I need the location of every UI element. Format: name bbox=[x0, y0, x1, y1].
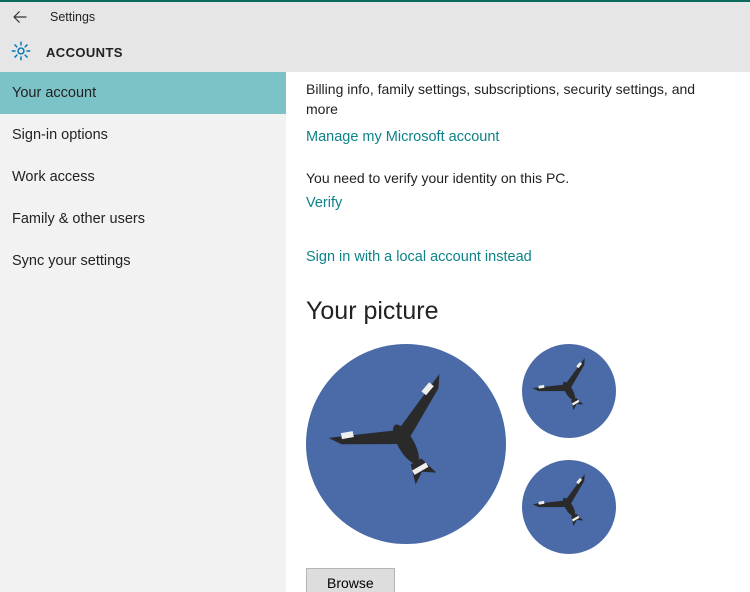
sidebar-item-family-other-users[interactable]: Family & other users bbox=[0, 198, 286, 240]
browse-button[interactable]: Browse bbox=[306, 568, 395, 592]
window-title: Settings bbox=[50, 10, 95, 24]
sidebar: Your account Sign-in options Work access… bbox=[0, 72, 286, 592]
bird-image-icon bbox=[522, 344, 616, 438]
section-name: ACCOUNTS bbox=[46, 45, 123, 60]
sidebar-item-label: Work access bbox=[12, 169, 95, 185]
page-header: ACCOUNTS bbox=[0, 32, 750, 72]
gear-icon bbox=[10, 40, 32, 65]
back-button[interactable] bbox=[0, 2, 40, 32]
sidebar-item-your-account[interactable]: Your account bbox=[0, 72, 286, 114]
back-arrow-icon bbox=[11, 8, 29, 26]
billing-info-text: Billing info, family settings, subscript… bbox=[306, 80, 730, 119]
content-pane: Billing info, family settings, subscript… bbox=[286, 72, 750, 592]
sidebar-item-label: Sync your settings bbox=[12, 253, 130, 269]
verify-prompt-text: You need to verify your identity on this… bbox=[306, 169, 730, 189]
sidebar-item-label: Sign-in options bbox=[12, 127, 108, 143]
titlebar: Settings bbox=[0, 2, 750, 32]
bird-image-icon bbox=[522, 460, 616, 554]
avatar-small-column bbox=[522, 344, 616, 554]
sidebar-item-sign-in-options[interactable]: Sign-in options bbox=[0, 114, 286, 156]
manage-microsoft-account-link[interactable]: Manage my Microsoft account bbox=[306, 129, 730, 145]
sidebar-item-work-access[interactable]: Work access bbox=[0, 156, 286, 198]
main-area: Your account Sign-in options Work access… bbox=[0, 72, 750, 592]
avatar-small-2[interactable] bbox=[522, 460, 616, 554]
avatar-large[interactable] bbox=[306, 344, 506, 544]
sidebar-item-sync-your-settings[interactable]: Sync your settings bbox=[0, 240, 286, 282]
avatar-small-1[interactable] bbox=[522, 344, 616, 438]
sidebar-item-label: Your account bbox=[12, 85, 96, 101]
sidebar-item-label: Family & other users bbox=[12, 211, 145, 227]
bird-image-icon bbox=[306, 344, 506, 544]
your-picture-heading: Your picture bbox=[306, 297, 730, 326]
sign-in-local-account-link[interactable]: Sign in with a local account instead bbox=[306, 249, 730, 265]
verify-link[interactable]: Verify bbox=[306, 195, 730, 211]
picture-row bbox=[306, 344, 730, 554]
